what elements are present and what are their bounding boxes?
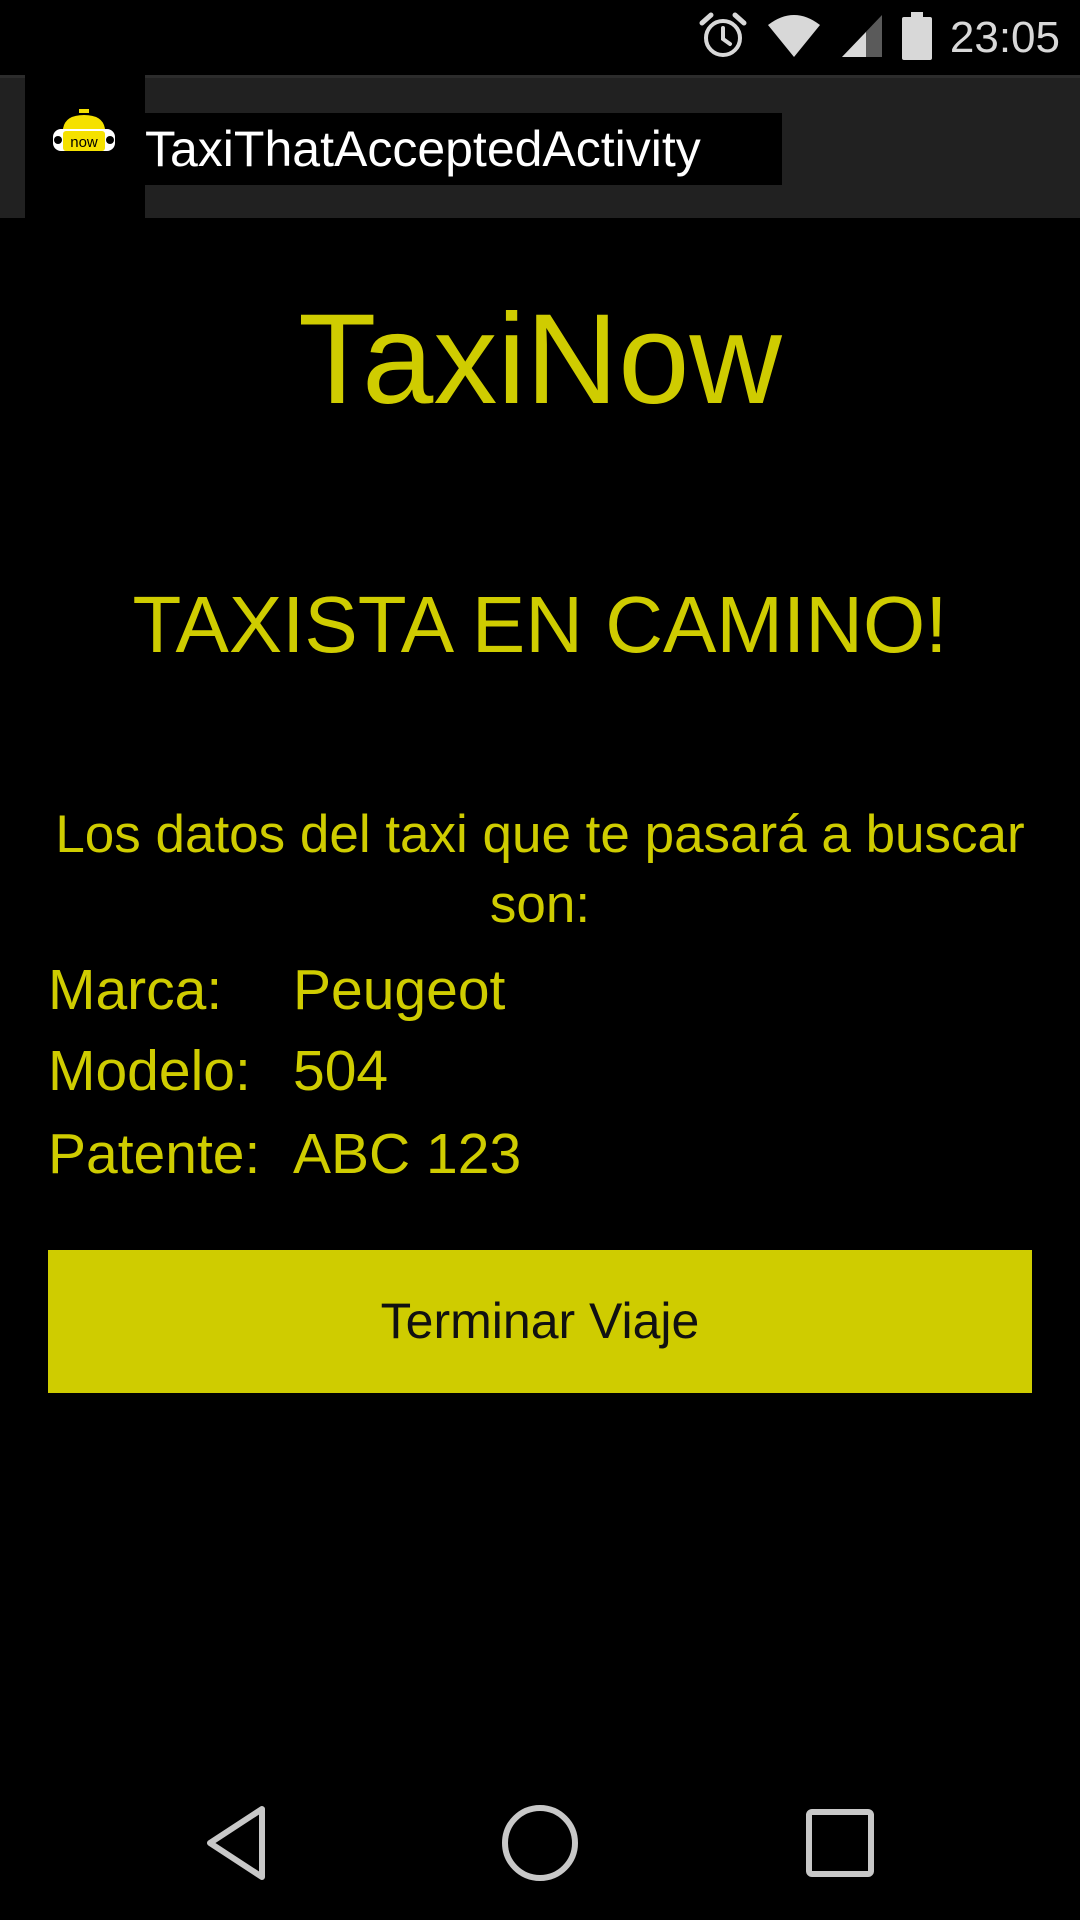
taxi-logo-icon: now — [49, 107, 119, 172]
home-button[interactable] — [440, 1770, 640, 1920]
detail-row-marca: Marca: Peugeot — [48, 950, 948, 1030]
wifi-icon — [766, 13, 822, 64]
action-bar: now TaxiThatAcceptedActivity — [0, 75, 1080, 221]
status-bar: 23:05 — [0, 0, 1080, 75]
battery-icon — [901, 11, 932, 65]
intro-text: Los datos del taxi que te pasará a busca… — [55, 805, 1025, 934]
app-title: TaxiThatAcceptedActivity — [145, 121, 701, 177]
detail-label-patente: Patente: — [48, 1122, 261, 1186]
status-icons: 23:05 — [698, 8, 1060, 68]
back-button[interactable] — [137, 1770, 337, 1920]
status-heading: TAXISTA EN CAMINO! — [132, 580, 948, 669]
navigation-bar — [0, 1770, 1080, 1920]
detail-value-marca: Peugeot — [293, 958, 506, 1022]
cell-signal-icon — [840, 13, 884, 64]
detail-value-modelo: 504 — [293, 1039, 389, 1103]
end-trip-button[interactable]: Terminar Viaje — [48, 1250, 1032, 1393]
status-time: 23:05 — [949, 13, 1060, 62]
detail-value-patente: ABC 123 — [293, 1122, 522, 1186]
app-icon-button[interactable]: now — [25, 75, 145, 221]
detail-label-modelo: Modelo: — [48, 1039, 251, 1103]
home-icon — [500, 1803, 580, 1888]
detail-row-patente: Patente: ABC 123 — [48, 1114, 948, 1194]
recents-button[interactable] — [740, 1770, 940, 1920]
app-title-box: TaxiThatAcceptedActivity — [145, 113, 782, 185]
app-icon-text: now — [70, 134, 98, 151]
back-icon — [202, 1803, 272, 1888]
brand-title: TaxiNow — [298, 288, 782, 431]
detail-row-modelo: Modelo: 504 — [48, 1031, 948, 1111]
detail-label-marca: Marca: — [48, 958, 223, 1022]
recents-icon — [805, 1808, 875, 1883]
alarm-icon — [698, 11, 748, 66]
